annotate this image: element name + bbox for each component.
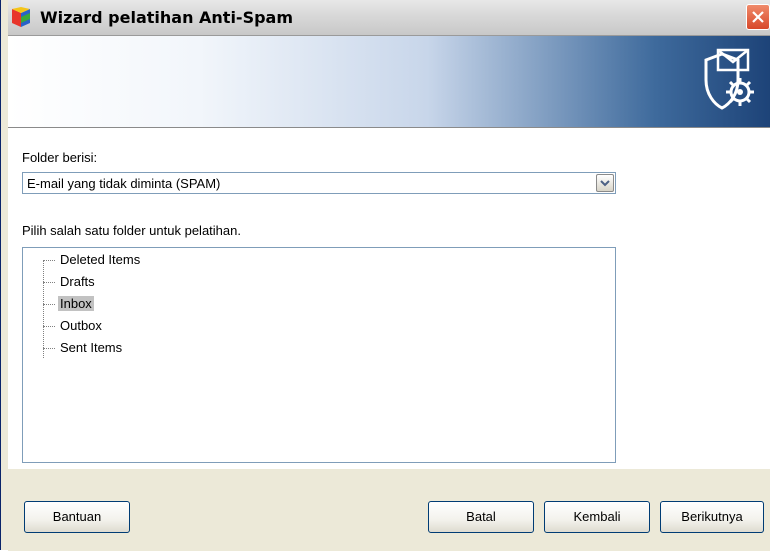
window-title: Wizard pelatihan Anti-Spam — [40, 8, 294, 27]
close-icon — [752, 11, 764, 23]
tree-connector — [43, 326, 55, 327]
tree-item-label: Drafts — [60, 274, 95, 289]
anti-spam-wizard-window: Wizard pelatihan Anti-Spam Folder berisi… — [0, 0, 770, 551]
window-left-border — [0, 0, 8, 550]
wizard-banner — [8, 36, 770, 128]
tree-connector — [43, 282, 55, 283]
dropdown-arrow-button[interactable] — [596, 174, 614, 192]
folder-type-select[interactable]: E-mail yang tidak diminta (SPAM) — [22, 172, 616, 194]
tree-item-label: Deleted Items — [60, 252, 141, 267]
tree-connector — [43, 304, 55, 305]
avg-logo-icon — [12, 7, 30, 27]
tree-item-label-selected: Inbox — [58, 296, 94, 311]
cancel-button[interactable]: Batal — [428, 501, 534, 533]
chevron-down-icon — [600, 180, 610, 187]
instruction-text: Pilih salah satu folder untuk pelatihan. — [22, 223, 241, 238]
folder-type-value: E-mail yang tidak diminta (SPAM) — [27, 176, 221, 191]
title-bar[interactable]: Wizard pelatihan Anti-Spam — [8, 0, 770, 36]
folder-contains-label: Folder berisi: — [22, 150, 98, 165]
tree-connector — [43, 348, 55, 349]
folder-tree[interactable]: Deleted Items Drafts Inbox Outbox Sent I… — [22, 247, 616, 463]
tree-guide-line — [43, 260, 44, 358]
tree-item-label: Outbox — [60, 318, 102, 333]
button-bar: Bantuan Batal Kembali Berikutnya — [8, 468, 770, 551]
tree-item-label: Sent Items — [60, 340, 123, 355]
close-button[interactable] — [746, 4, 770, 30]
help-button[interactable]: Bantuan — [24, 501, 130, 533]
wizard-content: Folder berisi: E-mail yang tidak diminta… — [8, 128, 770, 468]
next-button[interactable]: Berikutnya — [660, 501, 764, 533]
back-button[interactable]: Kembali — [544, 501, 650, 533]
shield-mail-gear-icon — [704, 48, 754, 110]
tree-connector — [43, 260, 55, 261]
